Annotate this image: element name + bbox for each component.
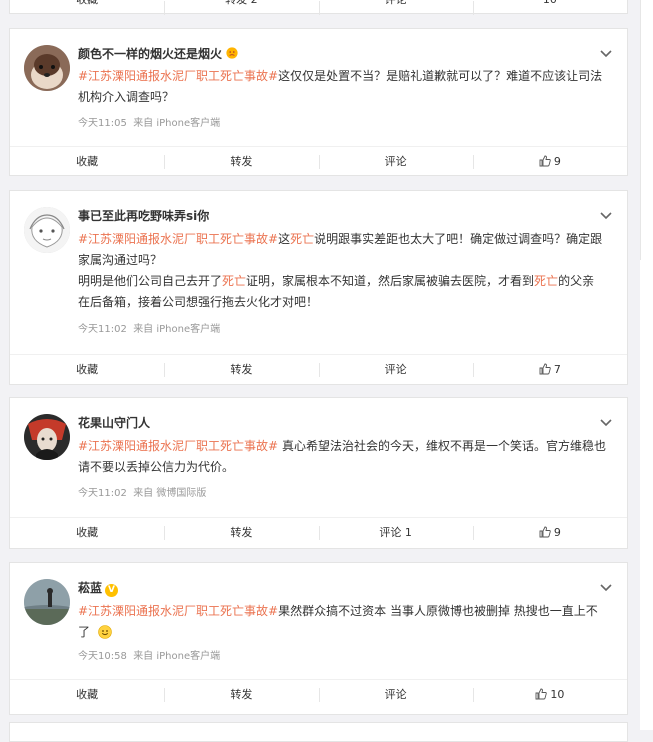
action-bar: 收藏 转发 评论 9 <box>10 146 627 177</box>
like-count: 7 <box>553 363 561 376</box>
thumbs-up-icon <box>539 526 554 539</box>
post-source: 来自 微博国际版 <box>133 488 207 499</box>
like-count: 10 <box>543 0 557 6</box>
post-card: 颜色不一样的烟火还是烟火 #江苏溧阳通报水泥厂职工死亡事故#这仅仅是处置不当？是赔… <box>9 28 628 176</box>
post-meta: 今天11:05 来自 iPhone客户端 <box>78 114 220 129</box>
chevron-down-icon[interactable] <box>599 579 613 593</box>
comment-button[interactable]: 评论 <box>318 680 473 710</box>
hashtag-link[interactable]: #江苏溧阳通报水泥厂职工死亡事故# <box>78 439 278 453</box>
like-button[interactable]: 9 <box>472 147 627 177</box>
like-button[interactable]: 10 <box>472 0 627 15</box>
user-name[interactable]: 颜色不一样的烟火还是烟火 <box>78 47 222 61</box>
user-name[interactable]: 花果山守门人 <box>78 416 150 430</box>
keyword-link[interactable]: 死亡 <box>534 274 558 288</box>
post-text-segment: 这 <box>278 232 291 246</box>
like-button[interactable]: 7 <box>472 355 627 385</box>
repost-button[interactable]: 转发 <box>164 680 318 710</box>
thumbs-up-icon <box>535 688 550 701</box>
repost-button[interactable]: 转发 <box>164 147 318 177</box>
collect-button[interactable]: 收藏 <box>10 680 164 710</box>
post-time[interactable]: 今天11:05 <box>78 118 127 129</box>
post-meta: 今天11:02 来自 iPhone客户端 <box>78 320 220 335</box>
collect-button[interactable]: 收藏 <box>10 147 164 177</box>
action-bar: 收藏 转发 评论 1 9 <box>10 517 627 548</box>
like-count: 9 <box>553 526 561 539</box>
post-source: 来自 iPhone客户端 <box>133 651 221 662</box>
post-text: #江苏溧阳通报水泥厂职工死亡事故# 真心希望法治社会的今天，维权不再是一个笑话。… <box>78 436 606 478</box>
next-post-card <box>9 722 628 742</box>
post-text: #江苏溧阳通报水泥厂职工死亡事故#这死亡说明跟事实差距也太大了吧！确定做过调查吗… <box>78 229 606 313</box>
page-right-edge <box>640 0 653 730</box>
hashtag-link[interactable]: #江苏溧阳通报水泥厂职工死亡事故# <box>78 69 278 83</box>
action-bar: 收藏 转发 2 评论 10 <box>10 0 627 15</box>
comment-button[interactable]: 评论 <box>318 355 473 385</box>
avatar[interactable] <box>24 414 70 460</box>
repost-button[interactable]: 转发 2 <box>164 0 318 15</box>
collect-button[interactable]: 收藏 <box>10 0 164 15</box>
post-source: 来自 iPhone客户端 <box>133 324 221 335</box>
like-button[interactable]: 10 <box>472 680 627 710</box>
post-meta: 今天11:02 来自 微博国际版 <box>78 484 206 499</box>
action-bar: 收藏 转发 评论 7 <box>10 354 627 385</box>
post-meta: 今天10:58 来自 iPhone客户端 <box>78 647 220 662</box>
thumbs-up-icon <box>539 363 554 376</box>
user-name[interactable]: 菘蓝 <box>78 581 102 595</box>
post-text-segment: 明明是他们公司自己去开了 <box>78 274 223 288</box>
badge-emoji-icon <box>226 47 238 59</box>
user-name[interactable]: 事已至此再吃野味弄si你 <box>78 209 209 223</box>
post-text: #江苏溧阳通报水泥厂职工死亡事故#这仅仅是处置不当？是赔礼道歉就可以了？难道不应… <box>78 66 606 108</box>
chevron-down-icon[interactable] <box>599 45 613 59</box>
avatar[interactable] <box>24 207 70 253</box>
like-count: 9 <box>553 155 561 168</box>
post-source: 来自 iPhone客户端 <box>133 118 221 129</box>
thumbs-up-icon <box>539 155 554 168</box>
chevron-down-icon[interactable] <box>599 414 613 428</box>
action-bar: 收藏 转发 评论 10 <box>10 679 627 710</box>
comment-button[interactable]: 评论 <box>318 147 473 177</box>
collect-button[interactable]: 收藏 <box>10 518 164 548</box>
smile-emoji-icon <box>98 625 112 639</box>
comment-button[interactable]: 评论 1 <box>318 518 473 548</box>
post-time[interactable]: 今天11:02 <box>78 488 127 499</box>
keyword-link[interactable]: 死亡 <box>290 232 314 246</box>
post-time[interactable]: 今天11:02 <box>78 324 127 335</box>
post-text-segment: 证明，家属根本不知道，然后家属被骗去医院，才看到 <box>246 274 535 288</box>
post-time[interactable]: 今天10:58 <box>78 651 127 662</box>
post-text: #江苏溧阳通报水泥厂职工死亡事故#果然群众搞不过资本 当事人原微博也被删掉 热搜… <box>78 601 606 643</box>
hashtag-link[interactable]: #江苏溧阳通报水泥厂职工死亡事故# <box>78 232 278 246</box>
like-count: 10 <box>550 688 565 701</box>
hashtag-link[interactable]: #江苏溧阳通报水泥厂职工死亡事故# <box>78 604 278 618</box>
verified-badge-icon: V <box>105 584 119 597</box>
previous-post-action-bar: 收藏 转发 2 评论 10 <box>9 0 628 15</box>
keyword-link[interactable]: 死亡 <box>222 274 246 288</box>
post-card: 花果山守门人 #江苏溧阳通报水泥厂职工死亡事故# 真心希望法治社会的今天，维权不再… <box>9 397 628 549</box>
repost-button[interactable]: 转发 <box>164 355 318 385</box>
like-button[interactable]: 9 <box>472 518 627 548</box>
chevron-down-icon[interactable] <box>599 207 613 221</box>
comment-button[interactable]: 评论 <box>318 0 473 15</box>
collect-button[interactable]: 收藏 <box>10 355 164 385</box>
avatar[interactable] <box>24 45 70 91</box>
avatar[interactable] <box>24 579 70 625</box>
post-card: 菘蓝 V #江苏溧阳通报水泥厂职工死亡事故#果然群众搞不过资本 当事人原微博也被删掉… <box>9 562 628 715</box>
post-card: 事已至此再吃野味弄si你 #江苏溧阳通报水泥厂职工死亡事故#这死亡说明跟事实差距也… <box>9 190 628 385</box>
repost-button[interactable]: 转发 <box>164 518 318 548</box>
